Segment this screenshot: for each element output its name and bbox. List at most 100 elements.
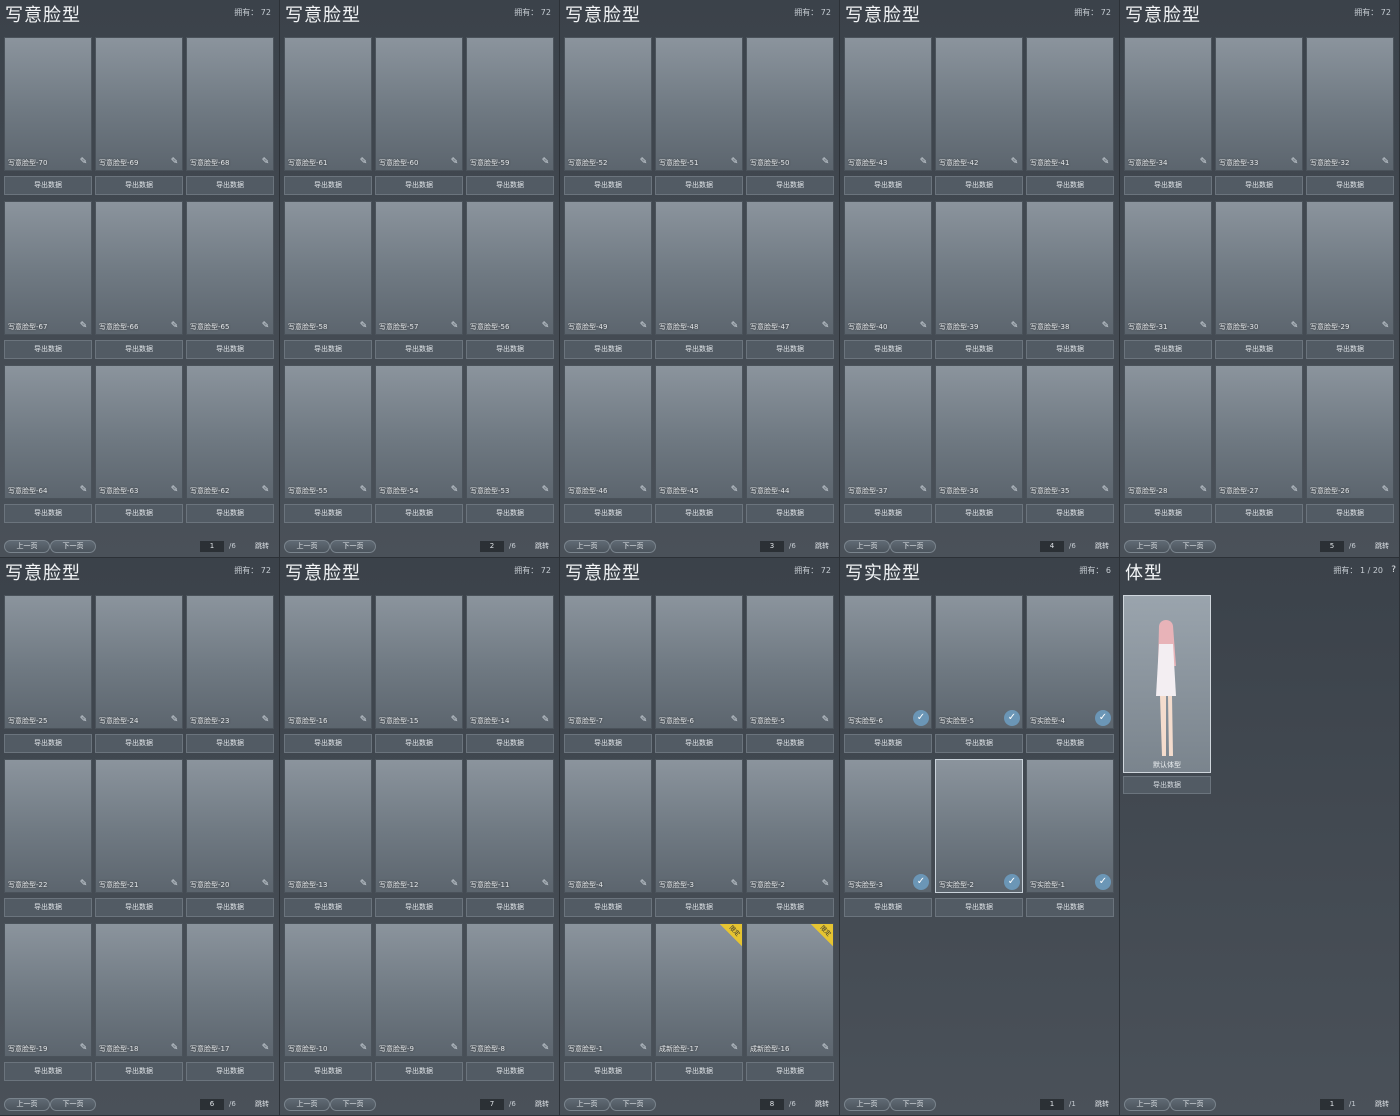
preset-card[interactable]: 写意脸型-17 ✎ [186,923,274,1057]
pencil-icon[interactable]: ✎ [540,1043,551,1054]
preset-card[interactable]: 写意脸型-68 ✎ [186,37,274,171]
preset-card[interactable]: 写意脸型-2 ✎ [746,759,834,893]
export-data-button[interactable]: 导出数据 [375,898,463,917]
preset-card[interactable]: 写意脸型-8 ✎ [466,923,554,1057]
export-data-button[interactable]: 导出数据 [186,504,274,523]
page-number-input[interactable]: 3 [760,541,784,552]
preset-card[interactable]: 写意脸型-64 ✎ [4,365,92,499]
jump-button[interactable]: 跳转 [815,1099,829,1110]
prev-page-button[interactable]: 上一页 [1124,540,1170,553]
export-data-button[interactable]: 导出数据 [655,340,743,359]
jump-button[interactable]: 跳转 [255,1099,269,1110]
preset-card[interactable]: 写意脸型-9 ✎ [375,923,463,1057]
export-data-button[interactable]: 导出数据 [1026,734,1114,753]
pencil-icon[interactable]: ✎ [78,715,89,726]
pencil-icon[interactable]: ✎ [1289,485,1300,496]
pencil-icon[interactable]: ✎ [260,157,271,168]
preset-card[interactable]: 写意脸型-60 ✎ [375,37,463,171]
export-data-button[interactable]: 导出数据 [95,504,183,523]
export-data-button[interactable]: 导出数据 [1026,176,1114,195]
preset-card[interactable]: 写意脸型-59 ✎ [466,37,554,171]
preset-card[interactable]: 写意脸型-19 ✎ [4,923,92,1057]
preset-card[interactable]: 写意脸型-41 ✎ [1026,37,1114,171]
preset-card[interactable]: 写意脸型-3 ✎ [655,759,743,893]
pencil-icon[interactable]: ✎ [638,1043,649,1054]
export-data-button[interactable]: 导出数据 [1306,176,1394,195]
next-page-button[interactable]: 下一页 [50,540,96,553]
export-data-button[interactable]: 导出数据 [564,734,652,753]
pencil-icon[interactable]: ✎ [78,157,89,168]
preset-card[interactable]: 写意脸型-4 ✎ [564,759,652,893]
pencil-icon[interactable]: ✎ [540,157,551,168]
jump-button[interactable]: 跳转 [1095,1099,1109,1110]
export-data-button[interactable]: 导出数据 [655,504,743,523]
pencil-icon[interactable]: ✎ [1289,321,1300,332]
preset-card[interactable]: 写意脸型-50 ✎ [746,37,834,171]
page-number-input[interactable]: 1 [200,541,224,552]
pencil-icon[interactable]: ✎ [1198,157,1209,168]
preset-card[interactable]: 写实脸型-1 ✓ [1026,759,1114,893]
pencil-icon[interactable]: ✎ [1380,321,1391,332]
pencil-icon[interactable]: ✎ [260,879,271,890]
export-data-button[interactable]: 导出数据 [284,340,372,359]
export-data-button[interactable]: 导出数据 [564,1062,652,1081]
pencil-icon[interactable]: ✎ [540,715,551,726]
preset-card[interactable]: 写意脸型-66 ✎ [95,201,183,335]
pencil-icon[interactable]: ✎ [729,879,740,890]
pencil-icon[interactable]: ✎ [358,485,369,496]
pencil-icon[interactable]: ✎ [1100,157,1111,168]
export-data-button[interactable]: 导出数据 [466,734,554,753]
preset-card[interactable]: 写实脸型-4 ✓ [1026,595,1114,729]
export-data-button[interactable]: 导出数据 [655,176,743,195]
pencil-icon[interactable]: ✎ [358,715,369,726]
preset-card[interactable]: 写实脸型-5 ✓ [935,595,1023,729]
export-data-button[interactable]: 导出数据 [746,898,834,917]
export-data-button[interactable]: 导出数据 [375,504,463,523]
export-data-button[interactable]: 导出数据 [746,734,834,753]
preset-card[interactable]: 写意脸型-54 ✎ [375,365,463,499]
jump-button[interactable]: 跳转 [815,541,829,552]
jump-button[interactable]: 跳转 [1375,541,1389,552]
preset-card[interactable]: 写意脸型-61 ✎ [284,37,372,171]
page-number-input[interactable]: 4 [1040,541,1064,552]
preset-card[interactable]: 写意脸型-36 ✎ [935,365,1023,499]
export-data-button[interactable]: 导出数据 [844,504,932,523]
preset-card[interactable]: 写意脸型-22 ✎ [4,759,92,893]
export-data-button[interactable]: 导出数据 [1026,340,1114,359]
pencil-icon[interactable]: ✎ [1100,485,1111,496]
export-data-button[interactable]: 导出数据 [935,504,1023,523]
prev-page-button[interactable]: 上一页 [1124,1098,1170,1111]
pencil-icon[interactable]: ✎ [1009,157,1020,168]
pencil-icon[interactable]: ✎ [820,715,831,726]
next-page-button[interactable]: 下一页 [610,1098,656,1111]
export-data-button[interactable]: 导出数据 [375,176,463,195]
pencil-icon[interactable]: ✎ [638,157,649,168]
pencil-icon[interactable]: ✎ [78,485,89,496]
preset-card[interactable]: 写意脸型-7 ✎ [564,595,652,729]
preset-card[interactable]: 写意脸型-10 ✎ [284,923,372,1057]
preset-card[interactable]: 写意脸型-47 ✎ [746,201,834,335]
preset-card[interactable]: 写意脸型-70 ✎ [4,37,92,171]
prev-page-button[interactable]: 上一页 [284,540,330,553]
pencil-icon[interactable]: ✎ [540,485,551,496]
export-data-button[interactable]: 导出数据 [4,734,92,753]
page-number-input[interactable]: 8 [760,1099,784,1110]
pencil-icon[interactable]: ✎ [78,1043,89,1054]
page-number-input[interactable]: 6 [200,1099,224,1110]
next-page-button[interactable]: 下一页 [330,1098,376,1111]
pencil-icon[interactable]: ✎ [78,879,89,890]
export-data-button[interactable]: 导出数据 [466,504,554,523]
prev-page-button[interactable]: 上一页 [284,1098,330,1111]
preset-card[interactable]: 写意脸型-58 ✎ [284,201,372,335]
export-data-button[interactable]: 导出数据 [935,176,1023,195]
pencil-icon[interactable]: ✎ [918,157,929,168]
preset-card[interactable]: 写意脸型-57 ✎ [375,201,463,335]
prev-page-button[interactable]: 上一页 [844,540,890,553]
export-data-button[interactable]: 导出数据 [1215,340,1303,359]
pencil-icon[interactable]: ✎ [260,321,271,332]
export-data-button[interactable]: 导出数据 [284,1062,372,1081]
export-data-button[interactable]: 导出数据 [844,734,932,753]
export-data-button[interactable]: 导出数据 [4,504,92,523]
export-data-button[interactable]: 导出数据 [1306,340,1394,359]
export-data-button[interactable]: 导出数据 [375,1062,463,1081]
